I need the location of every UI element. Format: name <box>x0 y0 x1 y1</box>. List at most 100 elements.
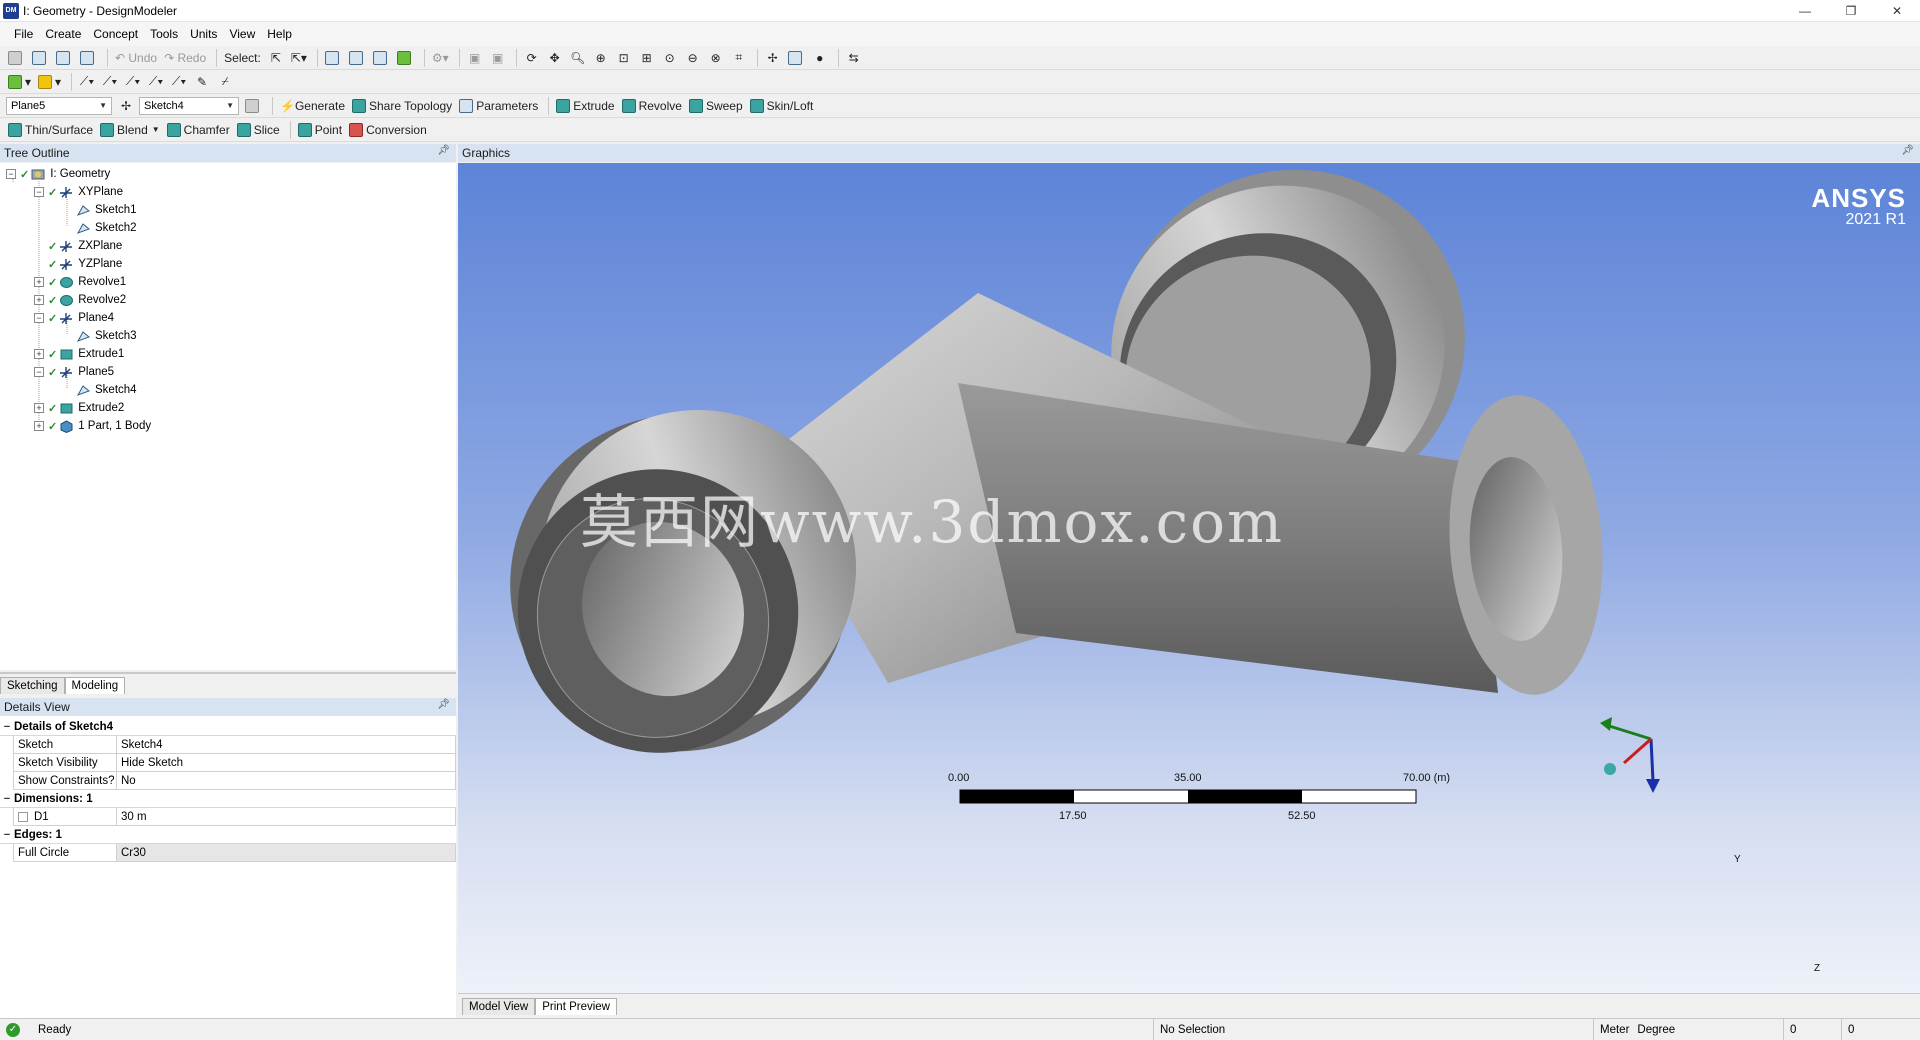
pin-icon[interactable]: 📌︎ <box>1901 145 1914 156</box>
tree-item-plane5[interactable]: − ✓ Plane5 <box>34 363 114 381</box>
display-style-icon[interactable]: ▾ <box>6 72 33 92</box>
tree-item-geometry[interactable]: − ✓ I: Geometry <box>6 165 110 183</box>
select-bodies-icon[interactable] <box>395 48 416 68</box>
save-icon[interactable] <box>30 48 51 68</box>
revolve-button[interactable]: Revolve <box>620 96 684 116</box>
parameter-checkbox[interactable] <box>18 811 28 822</box>
menu-view[interactable]: View <box>223 22 261 46</box>
expand-icon[interactable]: + <box>34 403 44 413</box>
edge-coloring-icon[interactable]: ▾ <box>36 72 63 92</box>
tab-model-view[interactable]: Model View <box>462 998 536 1015</box>
tree-item-sketch1[interactable]: Sketch1 <box>76 201 137 219</box>
tree-item-plane4[interactable]: − ✓ Plane4 <box>34 309 114 327</box>
new-sketch-icon[interactable] <box>243 96 264 116</box>
tree-item-sketch4[interactable]: Sketch4 <box>76 381 137 399</box>
selection-box-alt-icon[interactable]: ▣ <box>488 48 508 68</box>
save-as-icon[interactable] <box>54 48 75 68</box>
tab-modeling[interactable]: Modeling <box>64 677 126 694</box>
tree-item-yzplane[interactable]: ✓ YZPlane <box>34 255 122 273</box>
collapse-icon[interactable]: − <box>34 313 44 323</box>
previous-view-icon[interactable]: ⊖ <box>683 48 703 68</box>
details-value[interactable]: Cr30 <box>117 844 456 862</box>
tee-pipe-model[interactable] <box>458 163 1920 993</box>
menu-file[interactable]: File <box>8 22 39 46</box>
look-at-icon[interactable]: ⇆ <box>844 48 864 68</box>
expand-icon[interactable]: + <box>34 349 44 359</box>
share-topology-button[interactable]: Share Topology <box>350 96 454 116</box>
sketch-select[interactable]: Sketch4 ▼ <box>139 96 239 115</box>
plane-select[interactable]: Plane5 ▼ <box>6 96 112 115</box>
menu-concept[interactable]: Concept <box>87 22 144 46</box>
close-button[interactable]: ✕ <box>1874 0 1920 22</box>
details-section-header[interactable]: − Edges: 1 <box>0 826 456 844</box>
zoom-to-fit-icon[interactable]: ⊞ <box>637 48 657 68</box>
menu-tools[interactable]: Tools <box>144 22 184 46</box>
generate-button[interactable]: ⚡ Generate <box>278 96 347 116</box>
pin-icon[interactable]: 📌︎ <box>437 145 450 156</box>
edge-curve-icon[interactable]: ⟋▾ <box>146 72 166 92</box>
zoom-in-icon[interactable]: ⊕ <box>591 48 611 68</box>
tab-print-preview[interactable]: Print Preview <box>535 998 617 1015</box>
collapse-icon[interactable]: − <box>34 187 44 197</box>
collapse-icon[interactable]: − <box>6 169 16 179</box>
selection-box-icon[interactable]: ▣ <box>465 48 485 68</box>
collapse-icon[interactable]: − <box>34 367 44 377</box>
chamfer-button[interactable]: Chamfer <box>165 120 232 140</box>
menu-help[interactable]: Help <box>261 22 298 46</box>
collapse-icon[interactable]: − <box>0 826 14 843</box>
display-point-icon[interactable]: ● <box>810 48 830 68</box>
select-points-icon[interactable] <box>323 48 344 68</box>
skin-loft-button[interactable]: Skin/Loft <box>748 96 816 116</box>
tree-item-revolve2[interactable]: + ✓ Revolve2 <box>34 291 126 309</box>
collapse-icon[interactable]: − <box>0 790 14 807</box>
sweep-button[interactable]: Sweep <box>687 96 745 116</box>
extend-selection-icon[interactable]: ⚙▾ <box>430 48 451 68</box>
select-filter-icon[interactable]: ⇱▾ <box>289 48 309 68</box>
minimize-button[interactable]: — <box>1782 0 1828 22</box>
slice-button[interactable]: Slice <box>235 120 282 140</box>
expand-icon[interactable]: + <box>34 421 44 431</box>
display-model-icon[interactable] <box>786 48 807 68</box>
expand-icon[interactable]: + <box>34 295 44 305</box>
tree-item-sketch2[interactable]: Sketch2 <box>76 219 137 237</box>
graphics-viewport[interactable]: 0.00 35.00 70.00 (m) 17.50 52.50 Y Z ANS… <box>458 163 1920 993</box>
blend-button[interactable]: Blend ▼ <box>98 120 162 140</box>
line-segment-icon[interactable]: ⌿ <box>215 72 235 92</box>
tree-item-parts-bodies[interactable]: + ✓ 1 Part, 1 Body <box>34 417 151 435</box>
parameters-button[interactable]: Parameters <box>457 96 540 116</box>
rotate-icon[interactable]: ⟳ <box>522 48 542 68</box>
collapse-icon[interactable]: − <box>0 718 14 735</box>
undo-button[interactable]: ↶ Undo <box>113 48 159 68</box>
point-marker-icon[interactable]: ✎ <box>192 72 212 92</box>
tree-item-extrude1[interactable]: + ✓ Extrude1 <box>34 345 124 363</box>
tree-item-revolve1[interactable]: + ✓ Revolve1 <box>34 273 126 291</box>
new-icon[interactable] <box>6 48 27 68</box>
details-section-header[interactable]: − Details of Sketch4 <box>0 718 456 736</box>
point-button[interactable]: Point <box>296 120 344 140</box>
menu-units[interactable]: Units <box>184 22 223 46</box>
tree-item-xyplane[interactable]: − ✓ XYPlane <box>34 183 123 201</box>
redo-button[interactable]: ↷ Redo <box>162 48 208 68</box>
restore-button[interactable]: ❐ <box>1828 0 1874 22</box>
pin-icon[interactable]: 📌︎ <box>437 699 450 710</box>
select-edges-icon[interactable] <box>347 48 368 68</box>
select-mode-icon[interactable]: ⇱ <box>266 48 286 68</box>
display-plane-icon[interactable]: ✢ <box>763 48 783 68</box>
magnifier-icon[interactable]: ⊙ <box>660 48 680 68</box>
details-value[interactable]: Sketch4 <box>117 736 456 754</box>
conversion-button[interactable]: Conversion <box>347 120 429 140</box>
edge-arc-icon[interactable]: ⟋▾ <box>123 72 143 92</box>
zoom-icon[interactable]: 🔍︎ <box>568 48 588 68</box>
tree-item-zxplane[interactable]: ✓ ZXPlane <box>34 237 122 255</box>
screenshot-icon[interactable] <box>78 48 99 68</box>
extrude-button[interactable]: Extrude <box>554 96 616 116</box>
tree-item-extrude2[interactable]: + ✓ Extrude2 <box>34 399 124 417</box>
menu-create[interactable]: Create <box>39 22 87 46</box>
details-value[interactable]: Hide Sketch <box>117 754 456 772</box>
isometric-view-icon[interactable]: ⌗ <box>729 48 749 68</box>
edge-line-icon[interactable]: ⟋▾ <box>77 72 97 92</box>
tab-sketching[interactable]: Sketching <box>0 677 65 694</box>
edge-spline-icon[interactable]: ⟋▾ <box>169 72 189 92</box>
details-value[interactable]: No <box>117 772 456 790</box>
edge-line-alt-icon[interactable]: ⟋▾ <box>100 72 120 92</box>
